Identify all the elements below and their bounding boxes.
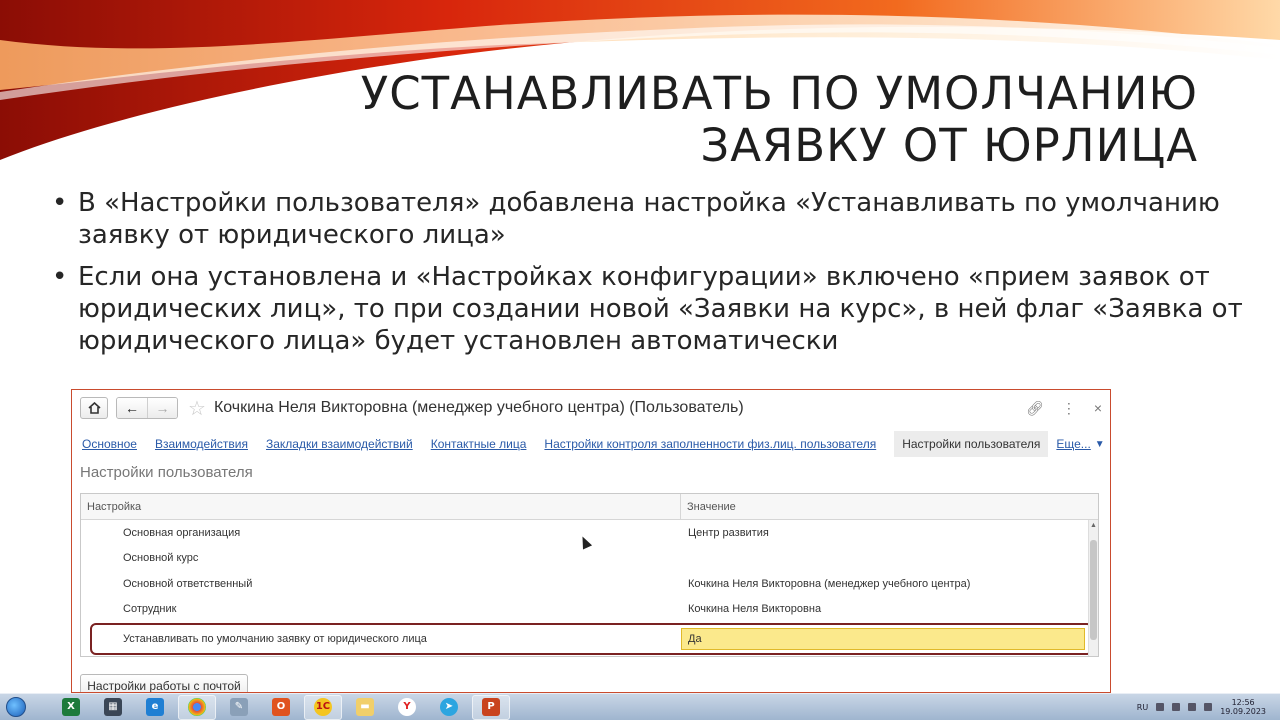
- slide-title-line2: заявку от юрлица: [700, 119, 1198, 172]
- tray-up-icon[interactable]: [1156, 703, 1165, 711]
- window-controls: 🔗︎ ⋮ ×: [1026, 400, 1102, 417]
- ie-icon[interactable]: e: [136, 695, 174, 720]
- chrome-icon[interactable]: [178, 694, 216, 720]
- taskbar: X ▦ e ✎ O 1C ▬ Y ➤ P RU 12:56 19.09.2023: [0, 693, 1280, 720]
- table-row[interactable]: Основной курс: [81, 546, 1098, 572]
- yandex-icon[interactable]: Y: [388, 695, 426, 720]
- setting-name: Устанавливать по умолчанию заявку от юри…: [123, 633, 427, 645]
- mail-settings-button[interactable]: Настройки работы с почтой: [80, 674, 248, 692]
- settings-table: Настройка Значение Основная организация …: [80, 493, 1099, 657]
- bullet-item: В «Настройки пользователя» добавлена нас…: [52, 187, 1262, 251]
- excel-icon[interactable]: X: [52, 695, 90, 720]
- start-button[interactable]: [0, 695, 32, 720]
- table-row-highlighted[interactable]: Устанавливать по умолчанию заявку от юри…: [90, 623, 1093, 655]
- volume-icon[interactable]: [1188, 703, 1197, 711]
- more-icon[interactable]: ⋮: [1062, 400, 1076, 417]
- user-settings-window: ← → ☆ Кочкина Неля Викторовна (менеджер …: [71, 389, 1111, 693]
- chevron-down-icon[interactable]: ▼: [1095, 439, 1105, 450]
- tab-main[interactable]: Основное: [82, 437, 137, 451]
- setting-value-field[interactable]: Да: [681, 628, 1085, 650]
- explorer-icon[interactable]: ▬: [346, 695, 384, 720]
- tab-user-settings[interactable]: Настройки пользователя: [894, 431, 1049, 457]
- nav-buttons: ← →: [116, 397, 178, 419]
- tab-more[interactable]: Еще...: [1056, 437, 1090, 451]
- table-scrollbar[interactable]: ▲: [1088, 520, 1098, 656]
- table-header: Настройка Значение: [81, 494, 1098, 520]
- tab-bar: Основное Взаимодействия Закладки взаимод…: [82, 431, 1105, 457]
- clock-time: 12:56: [1231, 698, 1255, 707]
- bullet-list: В «Настройки пользователя» добавлена нас…: [52, 187, 1262, 367]
- column-header-setting[interactable]: Настройка: [81, 494, 681, 519]
- taskbar-apps: X ▦ e ✎ O 1C ▬ Y ➤ P: [52, 694, 510, 720]
- column-header-value[interactable]: Значение: [681, 494, 1098, 519]
- table-row[interactable]: Основной ответственный Кочкина Неля Викт…: [81, 571, 1098, 597]
- window-title: Кочкина Неля Викторовна (менеджер учебно…: [213, 399, 744, 416]
- home-icon: [87, 402, 101, 414]
- network-icon[interactable]: [1172, 703, 1181, 711]
- language-indicator[interactable]: RU: [1137, 703, 1148, 712]
- office-icon[interactable]: O: [262, 695, 300, 720]
- scrollbar-thumb[interactable]: [1090, 540, 1097, 640]
- link-icon[interactable]: 🔗︎: [1026, 400, 1044, 417]
- tab-fill-control-settings[interactable]: Настройки контроля заполненности физ.лиц…: [544, 437, 876, 451]
- 1c-icon[interactable]: 1C: [304, 694, 342, 720]
- windows-logo-icon: [6, 697, 26, 717]
- slide-title: Устанавливать по умолчанию заявку от юрл…: [361, 68, 1198, 172]
- bullet-item: Если она установлена и «Настройках конфи…: [52, 261, 1262, 357]
- star-icon[interactable]: ☆: [188, 396, 206, 421]
- tab-interactions[interactable]: Взаимодействия: [155, 437, 248, 451]
- close-icon[interactable]: ×: [1094, 400, 1102, 416]
- window-titlebar: ← → ☆ Кочкина Неля Викторовна (менеджер …: [80, 396, 1102, 420]
- setting-name: Основная организация: [123, 526, 241, 539]
- powerpoint-icon[interactable]: P: [472, 694, 510, 720]
- clock-date: 19.09.2023: [1220, 707, 1266, 716]
- system-tray: RU 12:56 19.09.2023: [1137, 698, 1280, 716]
- setting-name: Основной ответственный: [123, 577, 253, 590]
- setting-value: Кочкина Неля Викторовна (менеджер учебно…: [688, 577, 971, 590]
- back-arrow-icon[interactable]: ←: [117, 398, 147, 418]
- tool-icon[interactable]: ✎: [220, 695, 258, 720]
- flag-icon[interactable]: [1204, 703, 1213, 711]
- telegram-icon[interactable]: ➤: [430, 695, 468, 720]
- tab-interaction-bookmarks[interactable]: Закладки взаимодействий: [266, 437, 413, 451]
- form-title: Настройки пользователя: [80, 464, 253, 481]
- setting-name: Сотрудник: [123, 603, 177, 616]
- home-button[interactable]: [80, 397, 108, 419]
- setting-value: Центр развития: [688, 526, 769, 539]
- scroll-up-icon[interactable]: ▲: [1090, 522, 1097, 529]
- slide-title-line1: Устанавливать по умолчанию: [360, 67, 1198, 120]
- task-manager-icon[interactable]: ▦: [94, 695, 132, 720]
- clock[interactable]: 12:56 19.09.2023: [1220, 698, 1266, 716]
- forward-arrow-icon[interactable]: →: [147, 398, 177, 418]
- tab-contacts[interactable]: Контактные лица: [431, 437, 527, 451]
- setting-value: Кочкина Неля Викторовна: [688, 603, 822, 616]
- setting-name: Основной курс: [123, 552, 199, 565]
- table-row[interactable]: Сотрудник Кочкина Неля Викторовна: [81, 597, 1098, 623]
